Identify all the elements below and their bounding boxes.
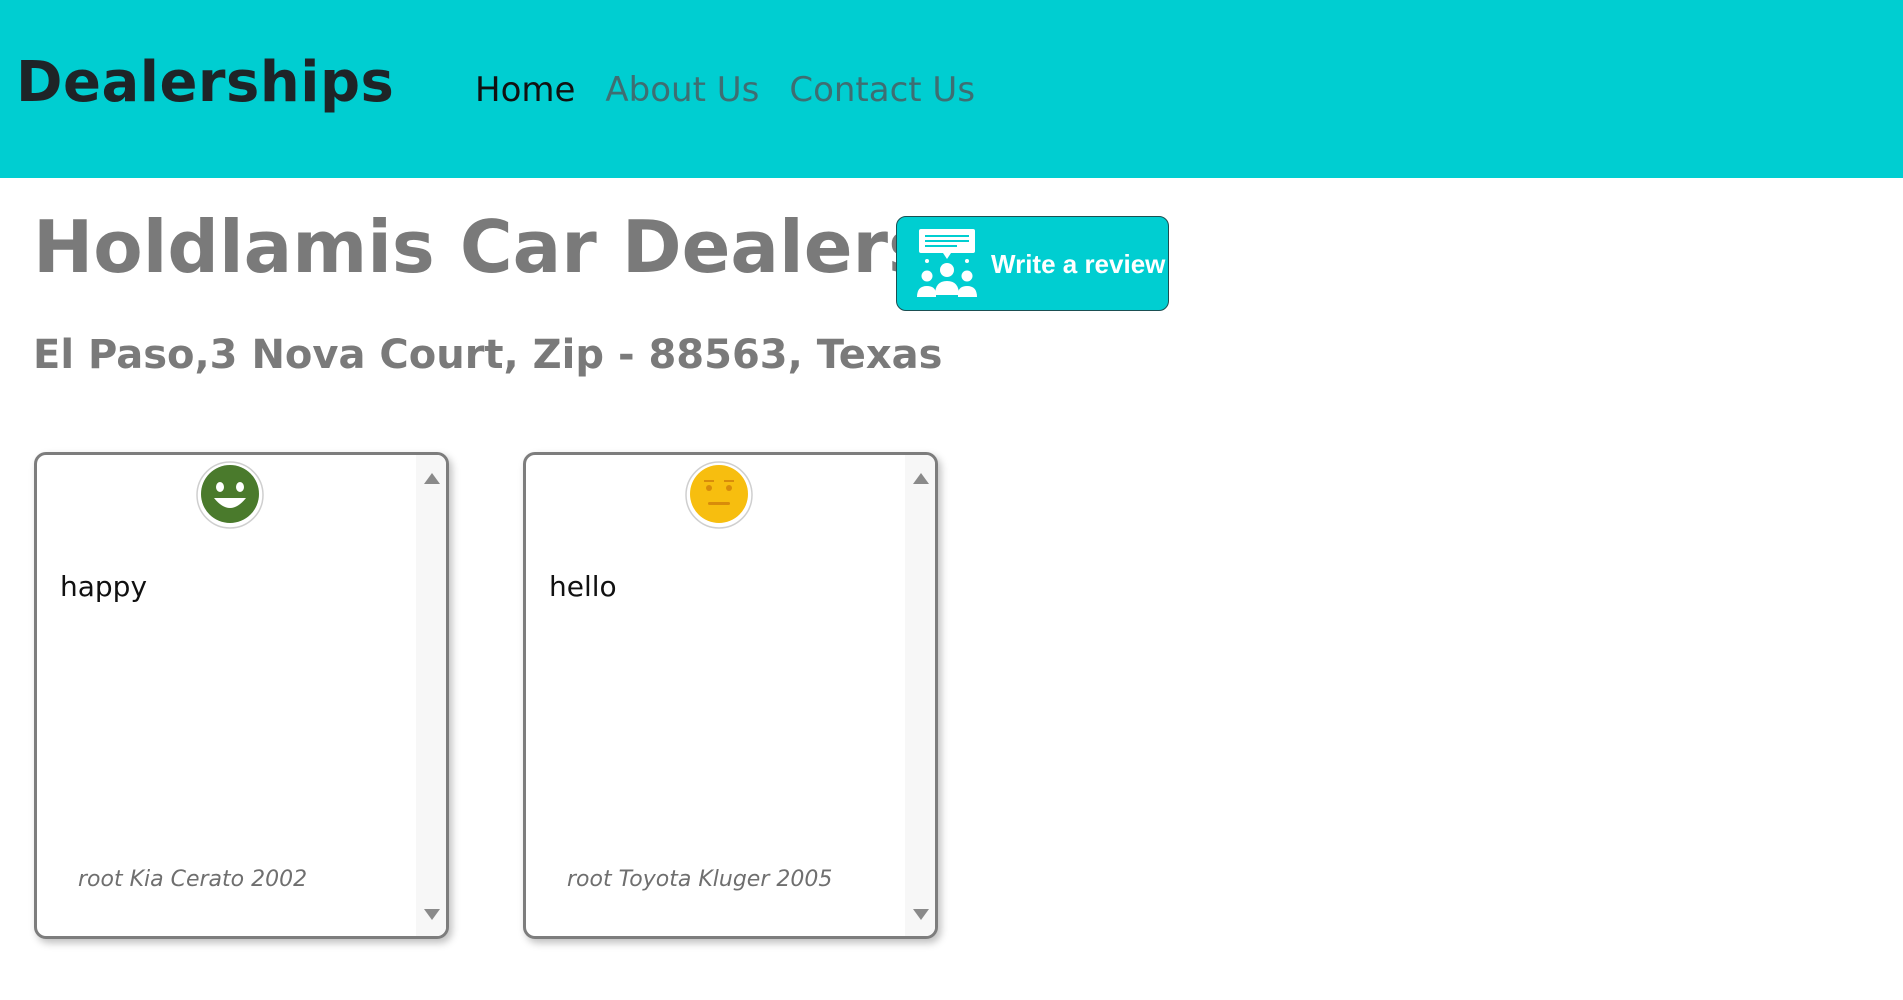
review-group-icon <box>917 229 977 297</box>
review-card: happy root Kia Cerato 2002 <box>34 452 449 939</box>
card-scrollbar[interactable] <box>416 455 446 936</box>
scroll-up-arrow-icon[interactable] <box>424 473 440 484</box>
dealer-address: El Paso,3 Nova Court, Zip - 88563, Texas <box>33 332 943 378</box>
happy-face-icon <box>196 461 264 529</box>
reviewer-info: root Toyota Kluger 2005 <box>567 867 833 892</box>
nav-link-about-us[interactable]: About Us <box>605 70 759 110</box>
navbar: Dealerships Home About Us Contact Us <box>0 0 1903 178</box>
reviewer-info: root Kia Cerato 2002 <box>78 867 308 892</box>
review-card: hello root Toyota Kluger 2005 <box>523 452 938 939</box>
write-review-button[interactable]: Write a review <box>896 216 1169 311</box>
scroll-up-arrow-icon[interactable] <box>913 473 929 484</box>
nav-link-contact-us[interactable]: Contact Us <box>789 70 975 110</box>
neutral-face-icon <box>685 461 753 529</box>
nav-links: Home About Us Contact Us <box>475 70 975 110</box>
nav-link-home[interactable]: Home <box>475 70 575 110</box>
scroll-down-arrow-icon[interactable] <box>424 909 440 920</box>
card-scrollbar[interactable] <box>905 455 935 936</box>
review-text: happy <box>60 570 148 603</box>
write-review-label: Write a review <box>991 249 1166 279</box>
review-text: hello <box>549 570 617 603</box>
brand-title[interactable]: Dealerships <box>16 50 394 115</box>
scroll-down-arrow-icon[interactable] <box>913 909 929 920</box>
